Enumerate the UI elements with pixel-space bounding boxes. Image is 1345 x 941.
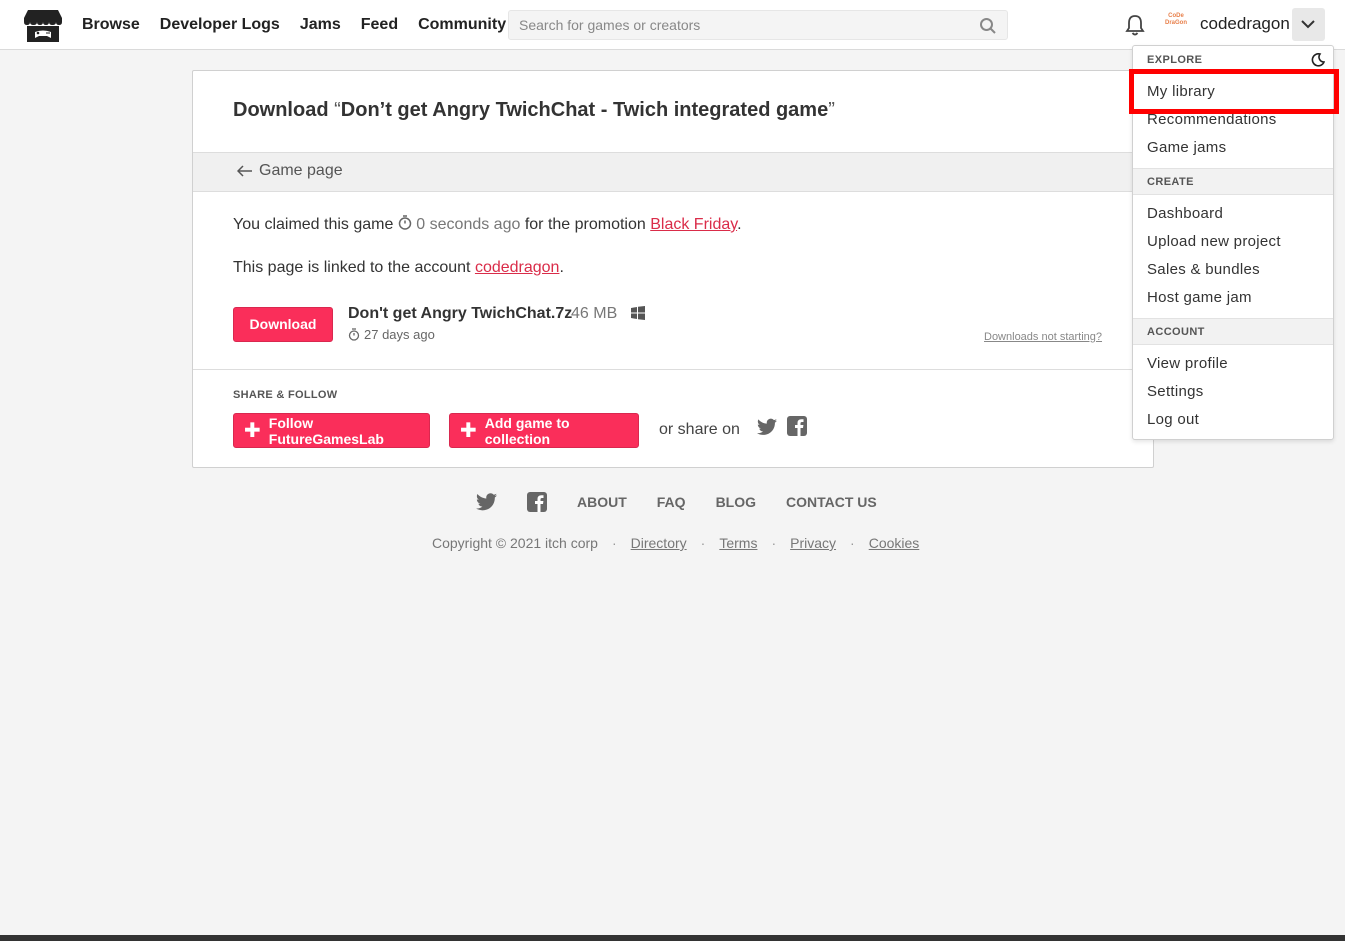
copyright-line: Copyright © 2021 itch corp · Directory ·… <box>432 535 919 551</box>
account-header: ACCOUNT <box>1147 326 1205 338</box>
user-menu-toggle[interactable] <box>1292 8 1325 41</box>
download-card: Download “Don’t get Angry TwichChat - Tw… <box>192 70 1154 468</box>
follow-button[interactable]: ✚ Follow FutureGamesLab <box>233 413 430 448</box>
account-section-header: ACCOUNT <box>1133 318 1333 345</box>
separator: · <box>611 535 617 551</box>
linked-account-text: This page is linked to the account coded… <box>233 259 564 277</box>
menu-log-out[interactable]: Log out <box>1147 411 1199 428</box>
download-button[interactable]: Download <box>233 307 333 342</box>
follow-button-label: Follow FutureGamesLab <box>268 414 384 447</box>
share-on-label: or share on <box>659 421 740 438</box>
linked-prefix: This page is linked to the account <box>233 259 471 276</box>
terms-link[interactable]: Terms <box>719 535 757 551</box>
menu-sales-bundles[interactable]: Sales & bundles <box>1147 261 1260 278</box>
separator: · <box>771 535 777 551</box>
cookies-link[interactable]: Cookies <box>869 535 920 551</box>
main-nav: Browse Developer Logs Jams Feed Communit… <box>82 0 526 50</box>
footer-about-link[interactable]: ABOUT <box>577 494 627 510</box>
title-quote-close: ” <box>828 99 835 121</box>
search-input[interactable] <box>509 11 969 39</box>
nav-browse[interactable]: Browse <box>82 16 140 34</box>
plus-icon: ✚ <box>244 419 261 442</box>
twitter-icon[interactable] <box>757 418 777 436</box>
avatar[interactable]: CoDe DraGon <box>1162 13 1190 35</box>
menu-upload-new-project[interactable]: Upload new project <box>1147 233 1281 250</box>
separator: · <box>700 535 706 551</box>
file-size: 46 MB <box>571 305 618 322</box>
facebook-icon[interactable] <box>787 416 807 436</box>
highlight-box <box>1129 69 1339 114</box>
subnav-bar: Game page <box>193 152 1153 192</box>
menu-settings[interactable]: Settings <box>1147 383 1204 400</box>
menu-game-jams[interactable]: Game jams <box>1147 139 1226 156</box>
promotion-link[interactable]: Black Friday <box>650 216 737 233</box>
add-to-collection-button[interactable]: ✚ Add game to collection <box>449 413 639 448</box>
linked-period: . <box>559 259 564 276</box>
share-label: SHARE & FOLLOW <box>233 389 338 401</box>
downloads-not-starting-link[interactable]: Downloads not starting? <box>984 331 1102 343</box>
username-label[interactable]: codedragon <box>1200 14 1290 34</box>
bottom-bar <box>0 935 1345 941</box>
directory-link[interactable]: Directory <box>631 535 687 551</box>
privacy-link[interactable]: Privacy <box>790 535 836 551</box>
title-game-name: Don’t get Angry TwichChat - Twich integr… <box>340 99 829 121</box>
menu-dashboard[interactable]: Dashboard <box>1147 205 1223 222</box>
explore-header: EXPLORE <box>1147 54 1203 66</box>
dark-mode-moon-icon[interactable] <box>1311 53 1325 67</box>
itch-logo-icon[interactable] <box>24 8 62 42</box>
separator: · <box>850 535 855 551</box>
page-title: Download “Don’t get Angry TwichChat - Tw… <box>233 99 835 122</box>
nav-developer-logs[interactable]: Developer Logs <box>160 16 280 34</box>
create-header: CREATE <box>1147 176 1194 188</box>
menu-host-game-jam[interactable]: Host game jam <box>1147 289 1252 306</box>
windows-icon <box>631 306 645 320</box>
nav-community[interactable]: Community <box>418 16 506 34</box>
claimed-period: . <box>737 216 742 233</box>
file-date: 27 days ago <box>348 327 435 342</box>
nav-feed[interactable]: Feed <box>361 16 398 34</box>
add-to-collection-label: Add game to collection <box>484 414 570 447</box>
arrow-left-icon <box>237 165 252 177</box>
share-section: SHARE & FOLLOW ✚ Follow FutureGamesLab ✚… <box>193 369 1153 468</box>
footer-links: ABOUT FAQ BLOG CONTACT US <box>476 491 907 513</box>
nav-jams[interactable]: Jams <box>300 16 341 34</box>
stopwatch-icon <box>398 215 412 230</box>
create-section-header: CREATE <box>1133 168 1333 195</box>
claimed-mid: for the promotion <box>524 216 646 233</box>
claimed-text: You claimed this game 0 seconds ago for … <box>233 215 742 234</box>
twitter-icon[interactable] <box>476 493 497 511</box>
plus-icon: ✚ <box>460 419 477 442</box>
game-page-link[interactable]: Game page <box>237 162 343 180</box>
footer-faq-link[interactable]: FAQ <box>657 494 686 510</box>
file-name: Don't get Angry TwichChat.7z <box>348 305 573 322</box>
menu-view-profile[interactable]: View profile <box>1147 355 1228 372</box>
footer-blog-link[interactable]: BLOG <box>716 494 756 510</box>
bell-icon[interactable] <box>1124 13 1146 37</box>
footer-contact-link[interactable]: CONTACT US <box>786 494 877 510</box>
title-quote-open: “ <box>334 99 341 121</box>
game-page-link-label: Game page <box>259 162 343 179</box>
stopwatch-icon <box>348 328 360 341</box>
title-prefix: Download <box>233 99 329 121</box>
search-icon[interactable] <box>979 17 997 35</box>
account-link[interactable]: codedragon <box>475 259 560 276</box>
search-box <box>508 10 1008 40</box>
copyright-text: Copyright © 2021 itch corp <box>432 535 598 551</box>
claimed-prefix: You claimed this game <box>233 216 394 233</box>
chevron-down-icon <box>1301 20 1315 29</box>
claimed-time: 0 seconds ago <box>416 216 521 233</box>
file-date-label: 27 days ago <box>364 327 435 342</box>
top-header: Browse Developer Logs Jams Feed Communit… <box>0 0 1345 50</box>
facebook-icon[interactable] <box>527 492 547 512</box>
